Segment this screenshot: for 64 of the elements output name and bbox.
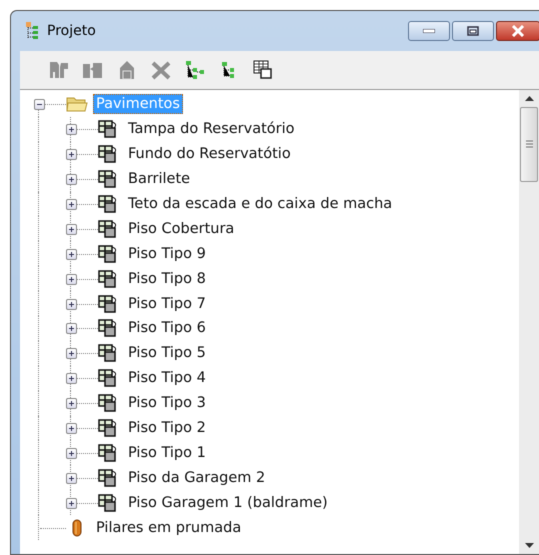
- plus-icon: [67, 250, 76, 259]
- expand-toggle[interactable]: [66, 323, 77, 334]
- plus-icon: [67, 448, 76, 458]
- plus-icon: [67, 324, 76, 334]
- tree-icon: [25, 22, 41, 40]
- plus-icon: [67, 150, 76, 160]
- scroll-down-icon[interactable]: [524, 543, 534, 548]
- tree-item[interactable]: Piso Tipo 8: [125, 268, 209, 289]
- plus-icon: [67, 125, 76, 134]
- tree-item[interactable]: Piso Tipo 3: [125, 393, 209, 414]
- plus-icon: [67, 200, 76, 209]
- tree-item[interactable]: Teto da escada e do caixa de macha: [125, 194, 396, 214]
- close-button[interactable]: [496, 21, 539, 41]
- plus-icon: [67, 498, 76, 508]
- minimize-icon: [423, 29, 435, 33]
- tree-item[interactable]: Piso Tipo 7: [125, 294, 209, 314]
- expand-toggle[interactable]: [66, 423, 77, 434]
- expand-toggle[interactable]: [66, 274, 77, 285]
- plus-icon: [67, 474, 76, 483]
- expand-toggle[interactable]: [66, 224, 77, 235]
- expand-toggle[interactable]: [66, 124, 77, 136]
- expand-toggle[interactable]: [66, 498, 77, 509]
- plus-icon: [67, 274, 76, 284]
- expand-toggle[interactable]: [66, 174, 77, 186]
- minimize-button[interactable]: [408, 21, 450, 41]
- scroll-up-icon[interactable]: [524, 96, 534, 101]
- tree-item[interactable]: Piso Tipo 2: [125, 418, 209, 438]
- plus-icon: [67, 424, 76, 434]
- tree-item[interactable]: Piso da Garagem 2: [125, 468, 268, 488]
- plus-icon: [67, 349, 76, 358]
- expand-toggle[interactable]: [66, 348, 77, 360]
- tree-item[interactable]: Fundo do Reservatótio: [125, 144, 294, 164]
- scroll-thumb[interactable]: [520, 107, 538, 182]
- plus-icon: [67, 374, 76, 384]
- tree-item[interactable]: Piso Tipo 4: [125, 368, 209, 388]
- tree-item[interactable]: Piso Tipo 6: [125, 318, 209, 338]
- maximize-icon: [467, 26, 479, 36]
- table-icon: [250, 59, 274, 81]
- expand-toggle[interactable]: [66, 298, 77, 310]
- folder-icon: [66, 95, 88, 114]
- expand-toggle[interactable]: [66, 373, 77, 384]
- expand-toggle[interactable]: [66, 199, 77, 210]
- tree-item[interactable]: Pilares em prumada: [93, 518, 244, 538]
- tree-item[interactable]: Piso Tipo 1: [125, 442, 209, 463]
- plus-icon: [67, 399, 76, 408]
- plus-icon: [67, 224, 76, 234]
- scrollbar[interactable]: [519, 90, 539, 554]
- maximize-button[interactable]: [452, 21, 494, 41]
- tree-item[interactable]: Piso Cobertura: [125, 218, 238, 239]
- collapse-toggle[interactable]: [34, 99, 45, 110]
- tree-item[interactable]: Barrilete: [125, 169, 194, 190]
- expand-toggle[interactable]: [66, 472, 77, 484]
- tree-item[interactable]: Piso Tipo 9: [125, 244, 209, 264]
- plus-icon: [67, 175, 76, 184]
- window-title: Projeto: [47, 23, 96, 39]
- tree-item[interactable]: Piso Garagem 1 (baldrame): [125, 492, 331, 513]
- expand-toggle[interactable]: [66, 448, 77, 459]
- close-icon: [511, 25, 525, 37]
- tree-item[interactable]: Piso Tipo 5: [125, 343, 209, 364]
- expand-toggle[interactable]: [66, 149, 77, 160]
- expand-toggle[interactable]: [66, 248, 77, 260]
- plus-icon: [67, 300, 76, 309]
- tree-item[interactable]: Tampa do Reservatório: [125, 119, 298, 140]
- expand-toggle[interactable]: [66, 398, 77, 410]
